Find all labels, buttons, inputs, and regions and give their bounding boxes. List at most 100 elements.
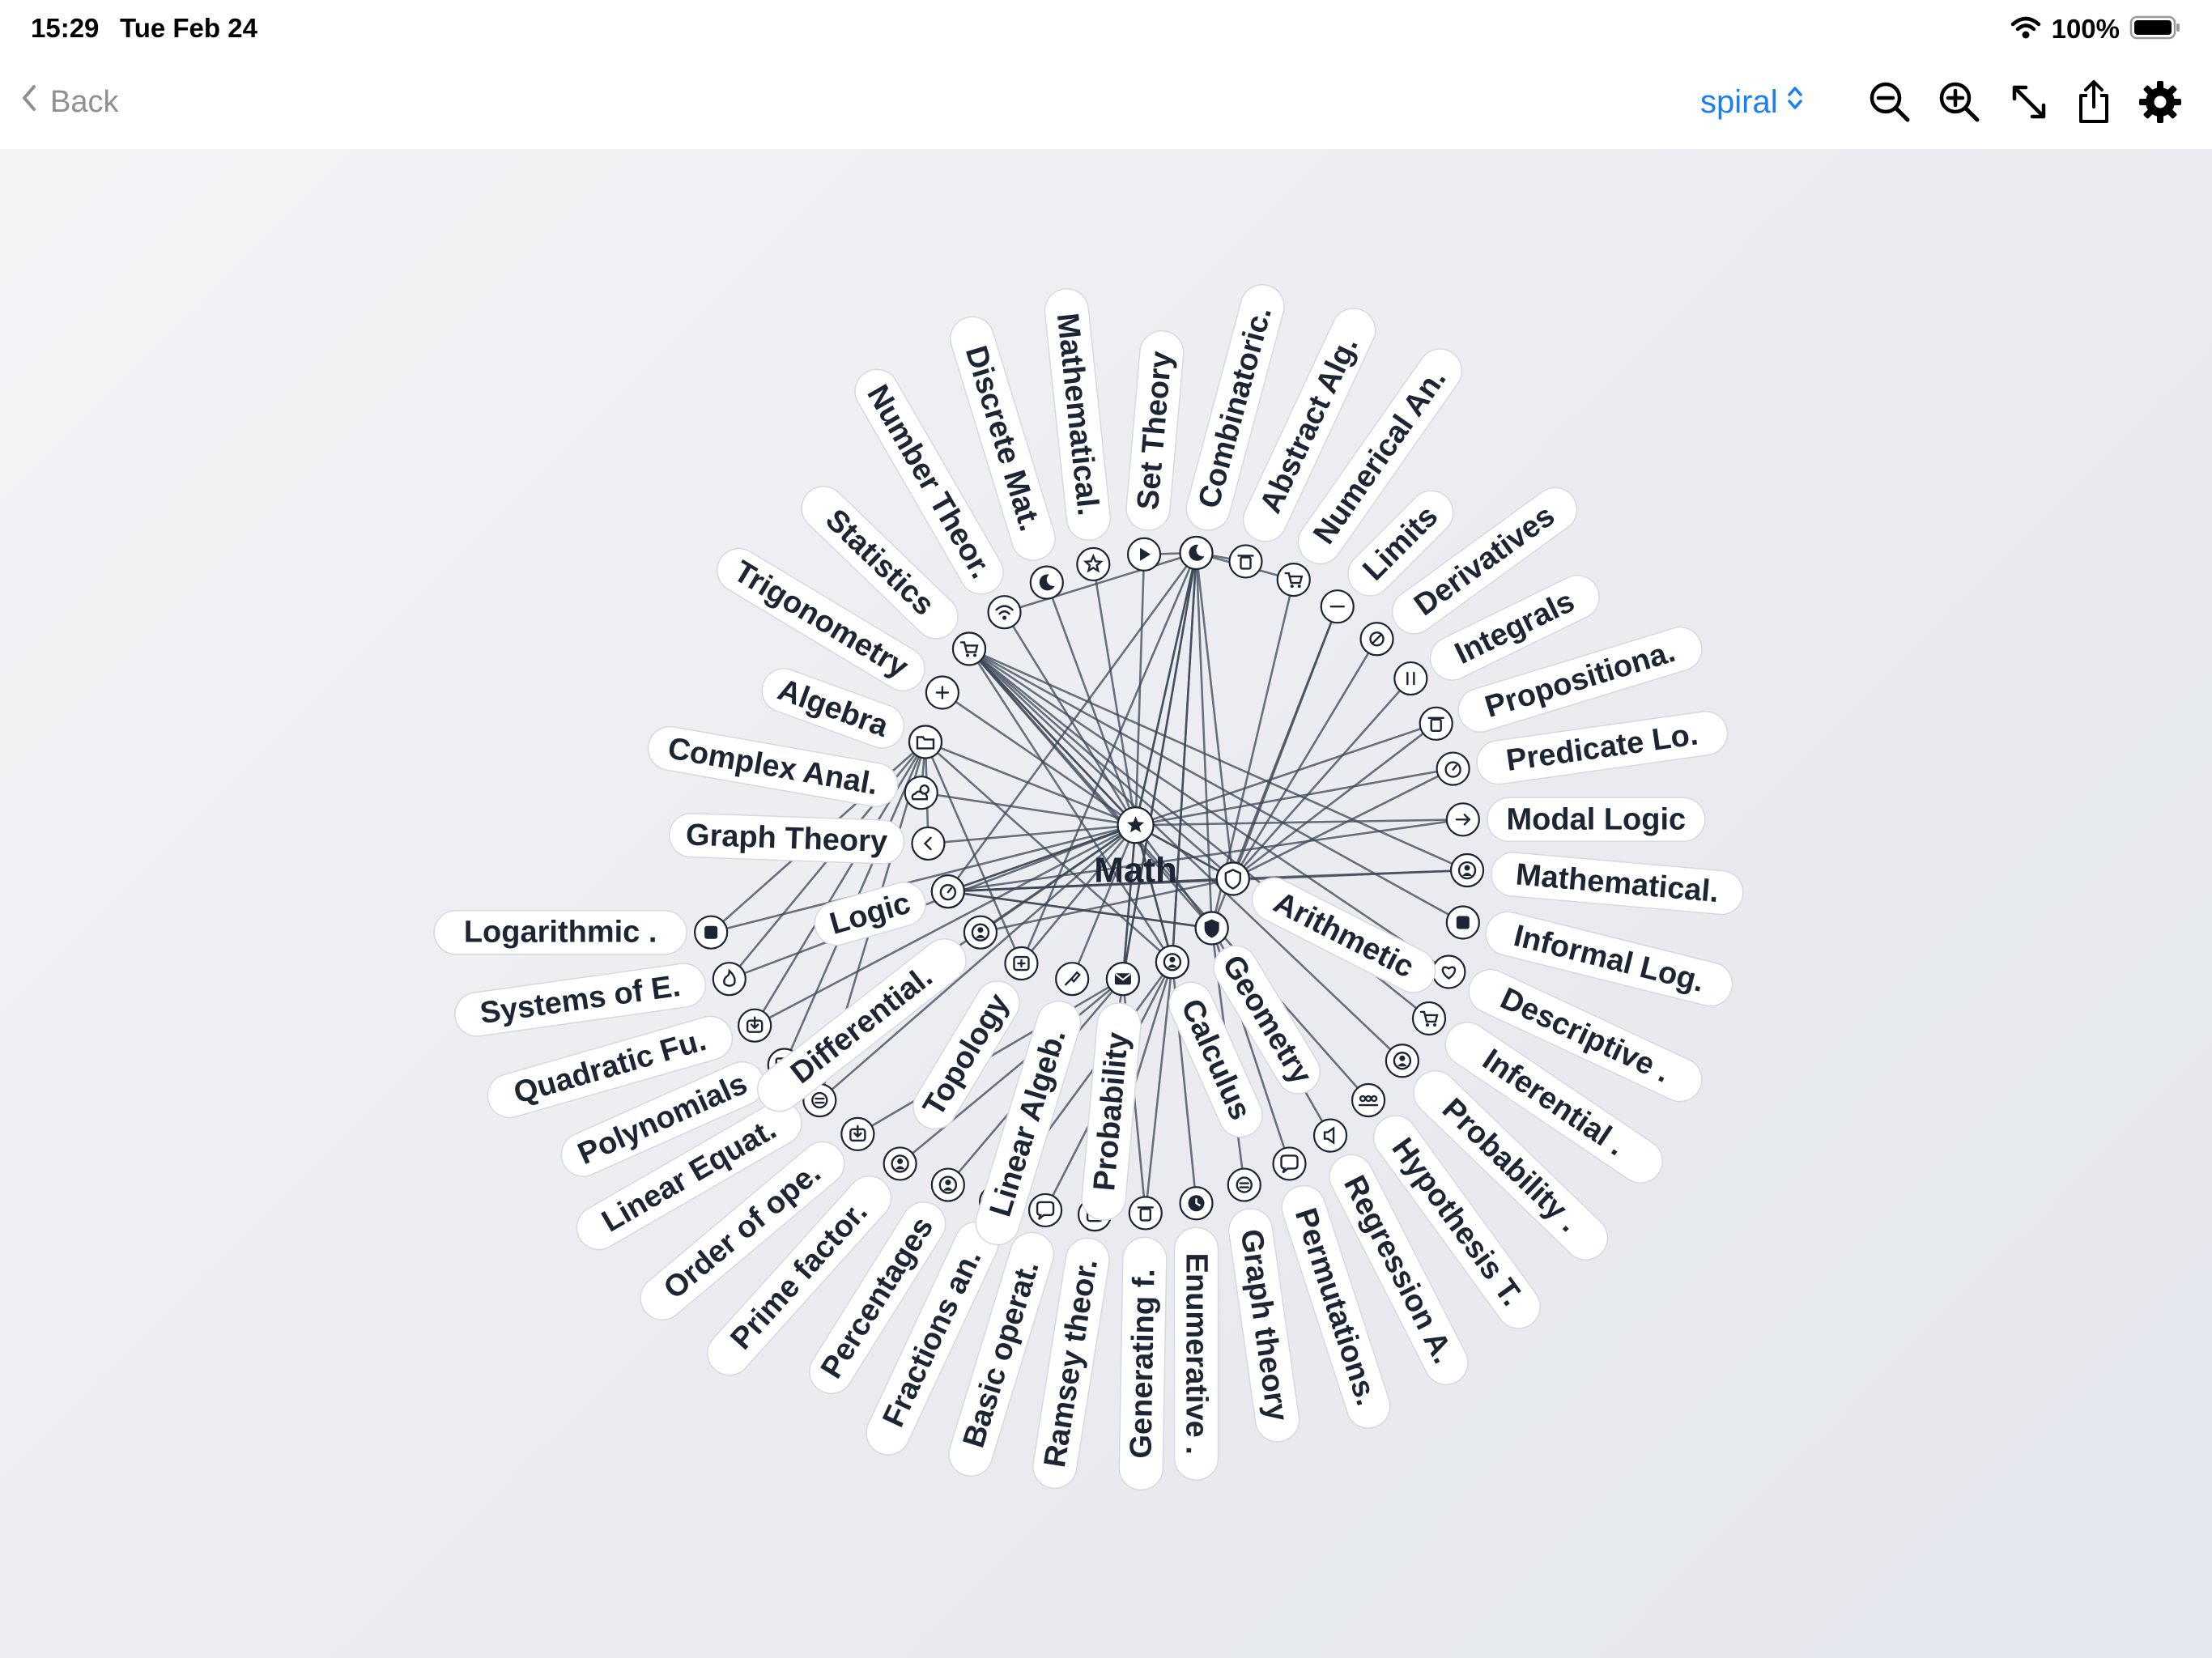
node-icon-button[interactable] [1215,861,1250,896]
branch-node[interactable]: Logic [810,877,930,950]
branch-node[interactable]: Enumerative . [1173,1226,1219,1481]
branch-node[interactable]: Arithmetic [1244,870,1443,1000]
node-icon-button[interactable] [908,725,943,759]
node-label: Ramsey theor. [1038,1256,1104,1469]
node-icon-button[interactable] [1179,1186,1214,1221]
graph-edge [1020,552,1197,964]
branch-node[interactable]: Set Theory [1125,329,1185,532]
node-icon-button[interactable] [1320,589,1355,624]
node-icon-circle [1272,1146,1307,1181]
node-icon-button[interactable] [1385,1044,1419,1078]
node-icon-button[interactable] [1359,622,1394,657]
node-icon-circle [1411,1001,1447,1036]
expand-button[interactable] [2003,78,2055,130]
node-icon-button[interactable] [1027,1192,1063,1228]
node-icon-button[interactable] [963,915,998,950]
share-button[interactable] [2068,78,2120,130]
node-icon-circle [908,725,943,759]
node-icon-button[interactable] [1312,1118,1348,1153]
node-icon-button[interactable] [1445,802,1480,837]
node-icon-button[interactable] [1431,954,1466,989]
node-icon-button[interactable] [1128,1196,1163,1231]
node-icon-circle [1431,954,1466,989]
node-icon-button[interactable] [1272,1146,1307,1181]
node-icon-button[interactable] [1227,1167,1261,1202]
settings-button[interactable] [2134,78,2186,130]
zoom-in-button[interactable] [1933,78,1985,130]
node-icon-button[interactable] [904,776,938,810]
layout-mode-select[interactable]: spiral [1700,76,1804,128]
node-label: Generating f. [1124,1269,1161,1459]
node-label: Algebra [773,673,893,744]
node-icon-button[interactable] [1179,535,1214,571]
share-icon [2074,79,2113,129]
graph-canvas[interactable]: Number Theor. Discrete Mat. Mathematical. S… [0,149,2212,1658]
node-icon-button[interactable] [1126,537,1162,572]
node-icon-circle [1312,1118,1348,1153]
node-icon-circle [712,962,747,997]
node-label: Logarithmic . [464,916,657,950]
node-icon-button[interactable] [930,874,965,909]
node-label: Differential. [785,959,939,1090]
branch-node[interactable]: Mathematical. [1043,287,1112,542]
node-icon-button[interactable] [1411,1001,1447,1036]
node-label: Graph Theory [685,818,887,859]
branch-node[interactable]: Generating f. [1118,1236,1168,1491]
node-icon-button[interactable] [1436,751,1470,786]
node-icon-button[interactable] [987,595,1022,630]
node-icon-button[interactable] [1076,546,1111,582]
node-icon-button[interactable] [1393,661,1428,696]
branch-node[interactable]: Logarithmic . [433,909,687,955]
node-label: Modal Logic [1506,802,1686,836]
node-icon-button[interactable] [840,1116,875,1151]
node-icon-button[interactable] [1228,544,1263,579]
back-button[interactable]: Back [19,76,118,128]
zoom-in-icon [1937,79,1982,129]
root-node-icon[interactable] [1117,806,1155,844]
node-icon-button[interactable] [883,1146,917,1181]
branch-node[interactable]: Probability [1080,1001,1142,1222]
node-icon-button[interactable] [694,915,729,950]
branch-node[interactable]: Graph theory [1226,1206,1302,1445]
branch-node[interactable]: Modal Logic [1487,797,1706,843]
root-node-label[interactable]: Math [1094,850,1177,890]
node-icon-button[interactable] [1419,706,1453,741]
back-label: Back [50,84,119,119]
mind-map-graph[interactable]: Number Theor.Discrete Mat. Mathematical. S… [0,149,2212,1658]
node-icon-button[interactable] [712,962,747,997]
mail-icon [1114,973,1131,985]
node-label: Informal Log. [1510,919,1708,999]
node-icon-button[interactable] [1449,852,1485,888]
wifi-icon [2010,15,2042,45]
node-icon-button[interactable] [911,826,946,861]
node-icon-button[interactable] [1055,962,1090,997]
stop-icon [704,925,718,939]
node-icon-button[interactable] [1194,911,1229,946]
node-icon-button[interactable] [1155,945,1189,980]
battery-icon [2129,15,2181,45]
branch-node[interactable]: Graph Theory [668,812,905,865]
node-icon-circle [911,826,946,861]
status-indicators: 100% [2010,11,2181,47]
status-bar: 15:29 Tue Feb 24 100% [0,0,2212,58]
stop-icon [1456,916,1470,929]
toolbar: Back spiral [0,58,2212,149]
node-icon-button[interactable] [1276,563,1311,597]
node-icon-circle [1215,861,1250,896]
node-icon-button[interactable] [1105,962,1141,997]
expand-icon [2008,81,2050,127]
node-icon-button[interactable] [1004,946,1039,981]
zoom-out-button[interactable] [1864,78,1916,130]
node-icon-button[interactable] [951,631,987,666]
node-icon-button[interactable] [1029,565,1064,600]
node-icon-button[interactable] [1351,1082,1386,1118]
node-icon-button[interactable] [738,1008,772,1043]
branch-node[interactable]: Mathematical. [1490,851,1746,916]
node-icon-button[interactable] [930,1167,965,1202]
battery-percent: 100% [2051,14,2120,44]
gear-icon [2138,79,2183,129]
node-icon-button[interactable] [925,675,959,710]
node-icon-circle [1276,563,1311,597]
node-icon-circle [1128,1196,1163,1231]
node-icon-button[interactable] [1445,905,1480,940]
